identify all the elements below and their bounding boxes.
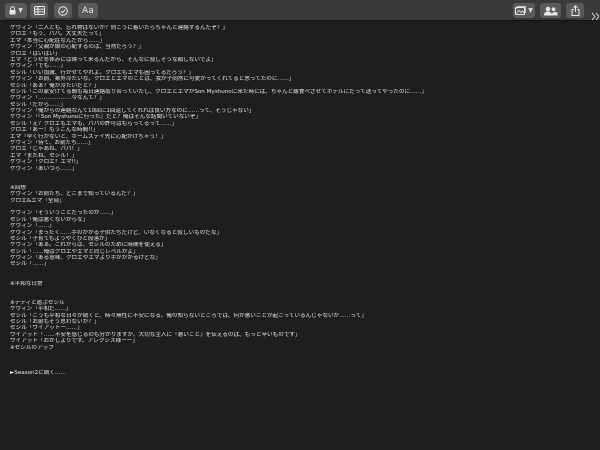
toolbar: ▼ Aa ▼	[0, 0, 600, 21]
collaborate-button[interactable]	[540, 3, 561, 18]
photo-gallery-icon	[515, 6, 527, 15]
share-button[interactable]	[566, 3, 584, 18]
collaborate-icon	[543, 6, 558, 16]
chevron-down-icon: ▼	[528, 6, 533, 14]
checklist-button[interactable]	[54, 3, 72, 18]
format-label: Aa	[81, 5, 95, 16]
expand-icon	[591, 6, 600, 25]
expand-button[interactable]	[591, 6, 600, 21]
chevron-down-icon: ▼	[18, 6, 23, 14]
note-body[interactable]: ケヴィン「二人とも、忘れ物はないか？向こうに着いたらちゃんと連絡するんだぞ？」ク…	[10, 25, 595, 376]
photo-gallery-button[interactable]: ▼	[513, 3, 535, 18]
lock-icon	[9, 6, 16, 15]
sidebar-grid-icon	[33, 6, 45, 15]
checkmark-circle-icon	[58, 5, 68, 16]
share-icon	[571, 5, 580, 16]
format-button[interactable]: Aa	[78, 3, 98, 18]
note-line: ►Season2に続く……	[10, 370, 67, 377]
lock-button[interactable]: ▼	[5, 3, 27, 18]
sidebar-toggle-button[interactable]	[30, 3, 48, 18]
